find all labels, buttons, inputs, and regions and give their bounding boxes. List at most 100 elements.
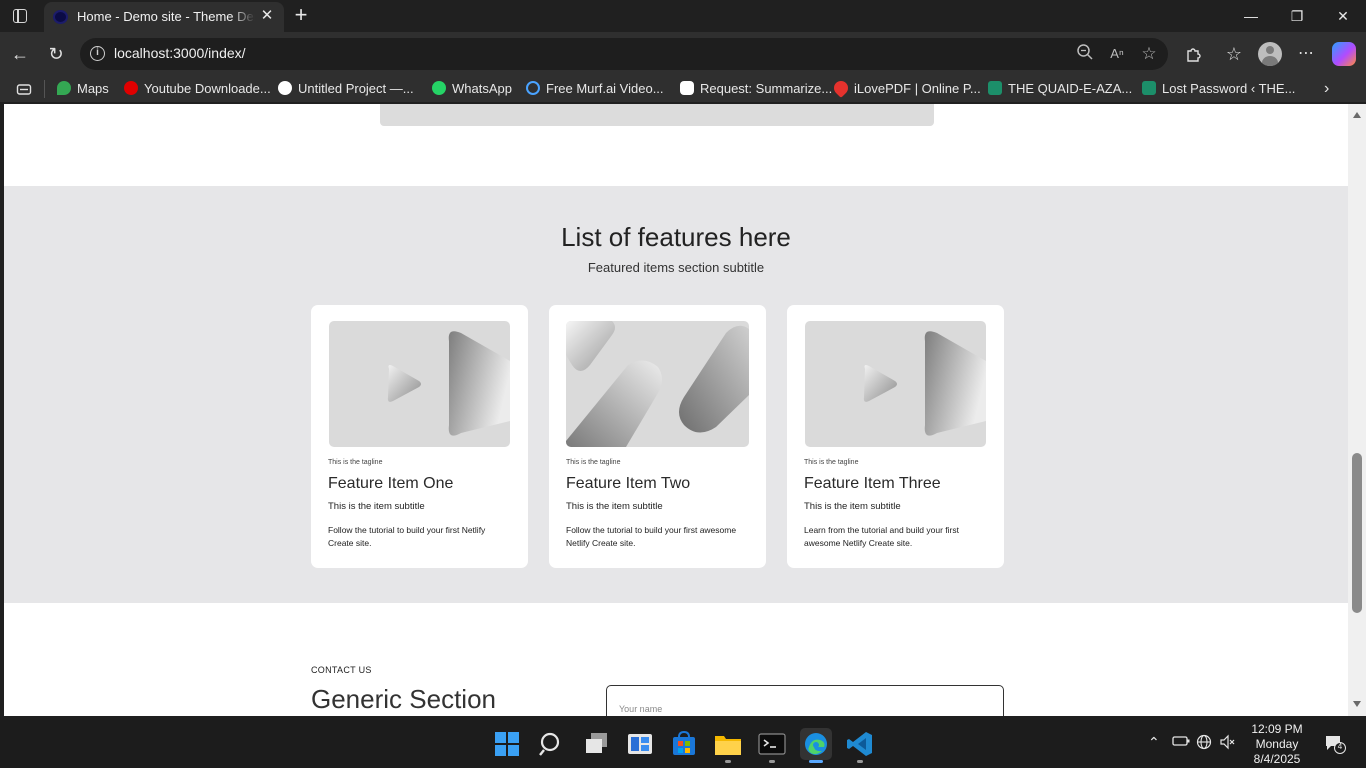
widgets-icon[interactable] (624, 728, 656, 760)
back-icon[interactable]: ← (6, 40, 34, 68)
terminal-icon[interactable] (756, 728, 788, 763)
more-menu-icon[interactable]: ⋯ (1292, 40, 1320, 68)
ilovepdf-icon (831, 78, 851, 98)
feature-subtitle: This is the item subtitle (566, 501, 663, 512)
site-info-icon[interactable]: i (90, 46, 105, 61)
project-icon (278, 81, 292, 95)
restore-icon[interactable]: ❐ (1274, 0, 1320, 32)
bookmark-request-summarize[interactable]: Request: Summarize... (680, 80, 832, 98)
feature-card: This is the tagline Feature Item Two Thi… (549, 305, 766, 568)
name-field[interactable] (606, 685, 1004, 716)
feature-tagline: This is the tagline (328, 459, 383, 466)
bookmark-label: Youtube Downloade... (144, 81, 271, 96)
minimize-icon[interactable]: — (1228, 0, 1274, 32)
feature-title: Feature Item Three (804, 475, 941, 492)
clock-date: 8/4/2025 (1253, 752, 1301, 766)
profile-avatar[interactable] (1258, 42, 1282, 66)
name-input[interactable] (619, 704, 979, 714)
tab-actions-icon[interactable] (8, 6, 32, 26)
feature-title: Feature Item Two (566, 475, 691, 492)
close-tab-icon[interactable]: ✕ (258, 7, 276, 25)
contact-eyebrow: CONTACT US (311, 665, 372, 675)
feature-tagline: This is the tagline (804, 459, 859, 466)
browser-toolbar: ← ↻ i localhost:3000/index/ Aⁿ ☆ ☆ ⋯ (0, 32, 1366, 76)
feature-card: This is the tagline Feature Item Three T… (787, 305, 1004, 568)
file-explorer-icon[interactable] (712, 728, 744, 763)
address-bar[interactable]: i localhost:3000/index/ Aⁿ ☆ (80, 38, 1168, 70)
url-text[interactable]: localhost:3000/index/ (114, 45, 246, 61)
bookmark-label: Request: Summarize... (700, 81, 833, 96)
battery-icon[interactable] (1172, 734, 1190, 751)
refresh-icon[interactable]: ↻ (42, 40, 70, 68)
close-window-icon[interactable]: ✕ (1320, 0, 1366, 32)
clock-day: Monday (1255, 737, 1299, 751)
bookmark-label: Lost Password ‹ THE... (1162, 81, 1296, 96)
read-aloud-icon[interactable]: Aⁿ (1106, 43, 1128, 65)
tab-title: Home - Demo site - Theme Demo (77, 9, 255, 24)
murf-icon (526, 81, 540, 95)
favorite-star-icon[interactable]: ☆ (1138, 43, 1160, 65)
show-hidden-icons-chevron-icon[interactable]: ⌃ (1148, 734, 1160, 751)
youtube-downloader-icon (124, 81, 138, 95)
bookmark-label: iLovePDF | Online P... (854, 81, 981, 96)
copilot-icon[interactable] (1332, 42, 1356, 66)
scroll-down-icon[interactable] (1353, 701, 1361, 707)
site-favicon-icon (53, 10, 68, 24)
bookmark-untitled-project[interactable]: Untitled Project —... (278, 80, 414, 98)
bookmark-murf[interactable]: Free Murf.ai Video... (526, 80, 664, 98)
bookmark-ilovepdf[interactable]: iLovePDF | Online P... (831, 78, 981, 98)
edge-browser-icon[interactable] (800, 728, 832, 763)
chatgpt-icon (680, 81, 694, 95)
scrollbar-thumb[interactable] (1352, 453, 1362, 613)
bookmark-label: THE QUAID-E-AZA... (1008, 81, 1133, 96)
active-tab[interactable]: Home - Demo site - Theme Demo ✕ (44, 2, 284, 32)
bookmark-youtube-downloader[interactable]: Youtube Downloade... (124, 80, 271, 98)
bookmark-lost-password[interactable]: Lost Password ‹ THE... (1142, 80, 1295, 98)
contact-section-title: Generic Section (311, 684, 496, 714)
more-bookmarks-chevron-icon[interactable]: › (1324, 80, 1329, 98)
feature-image (805, 321, 986, 447)
microsoft-store-icon[interactable] (668, 728, 700, 760)
feature-description: Follow the tutorial to build your first … (566, 525, 737, 548)
bookmark-label: Free Murf.ai Video... (546, 81, 664, 96)
quaid-icon (1142, 81, 1156, 95)
previous-section-image (380, 104, 934, 126)
bookmark-maps[interactable]: Maps (57, 80, 109, 98)
running-indicator (769, 760, 775, 763)
running-indicator (857, 760, 863, 763)
active-indicator (809, 760, 823, 763)
volume-muted-icon[interactable] (1219, 734, 1237, 753)
task-view-icon[interactable] (581, 728, 613, 760)
feature-tagline: This is the tagline (566, 459, 621, 466)
favorites-icon[interactable]: ☆ (1220, 40, 1248, 68)
feature-card: This is the tagline Feature Item One Thi… (311, 305, 528, 568)
page-scrollbar[interactable] (1348, 104, 1366, 716)
browser-title-bar: Home - Demo site - Theme Demo ✕ + — ❐ ✕ (0, 0, 1366, 32)
network-globe-icon[interactable] (1196, 734, 1212, 753)
page-viewport: List of features here Featured items sec… (4, 104, 1348, 716)
feature-description: Learn from the tutorial and build your f… (804, 525, 959, 548)
notification-count: 4 (1337, 742, 1343, 751)
start-windows-icon[interactable] (491, 728, 523, 760)
feature-subtitle: This is the item subtitle (804, 501, 901, 512)
vscode-icon[interactable] (844, 728, 876, 763)
scroll-up-icon[interactable] (1353, 112, 1361, 118)
system-clock[interactable]: 12:09 PM Monday 8/4/2025 (1238, 722, 1316, 767)
feature-image (329, 321, 510, 447)
feature-subtitle: This is the item subtitle (328, 501, 425, 512)
new-tab-icon[interactable]: + (290, 4, 312, 27)
search-icon[interactable] (536, 728, 568, 760)
bookmarks-divider (44, 80, 45, 98)
features-section: List of features here Featured items sec… (4, 186, 1348, 603)
extensions-icon[interactable] (1180, 40, 1208, 68)
windows-taskbar: ⌃ 12:09 PM Monday 8/4/2025 4 (0, 720, 1366, 768)
maps-icon (57, 81, 71, 95)
collections-icon[interactable] (16, 80, 34, 98)
feature-image (566, 321, 749, 447)
bookmark-label: Maps (77, 81, 109, 96)
notifications-icon[interactable]: 4 (1324, 734, 1346, 754)
bookmark-quaid[interactable]: THE QUAID-E-AZA... (988, 80, 1132, 98)
bookmark-label: Untitled Project —... (298, 81, 414, 96)
zoom-icon[interactable] (1074, 43, 1096, 65)
bookmark-whatsapp[interactable]: WhatsApp (432, 80, 512, 98)
